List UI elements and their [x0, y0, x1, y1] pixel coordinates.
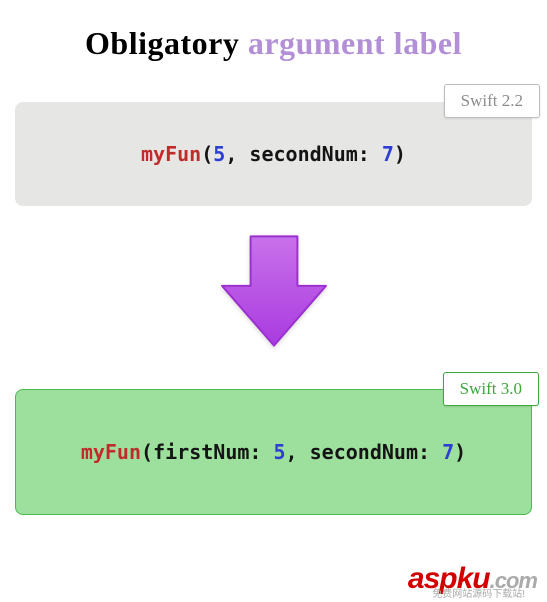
old-code-line: myFun(5, secondNum: 7) — [35, 142, 512, 166]
code-open: (firstNum: — [141, 440, 273, 464]
code-arg1-value: 5 — [273, 440, 285, 464]
code-func-name: myFun — [81, 440, 141, 464]
old-version-card: Swift 2.2 myFun(5, secondNum: 7) — [15, 102, 532, 206]
title-part-black: Obligatory — [85, 25, 248, 61]
down-arrow-icon — [209, 226, 339, 356]
code-separator: , secondNum: — [225, 142, 382, 166]
code-close: ) — [454, 440, 466, 464]
page-title: Obligatory argument label — [15, 25, 532, 62]
code-arg1-value: 5 — [213, 142, 225, 166]
arrow-container — [15, 216, 532, 379]
title-part-purple: argument label — [248, 25, 462, 61]
old-version-badge: Swift 2.2 — [444, 84, 540, 118]
new-version-card: Swift 3.0 myFun(firstNum: 5, secondNum: … — [15, 389, 532, 515]
code-arg2-value: 7 — [382, 142, 394, 166]
code-separator: , secondNum: — [286, 440, 443, 464]
code-arg2-value: 7 — [442, 440, 454, 464]
watermark: aspku.com 免费网站源码下载站! — [408, 562, 537, 596]
new-code-line: myFun(firstNum: 5, secondNum: 7) — [36, 440, 511, 464]
new-version-badge: Swift 3.0 — [443, 372, 539, 406]
code-close: ) — [394, 142, 406, 166]
watermark-tagline: 免费网站源码下载站! — [432, 585, 525, 600]
code-func-name: myFun — [141, 142, 201, 166]
code-open: ( — [201, 142, 213, 166]
